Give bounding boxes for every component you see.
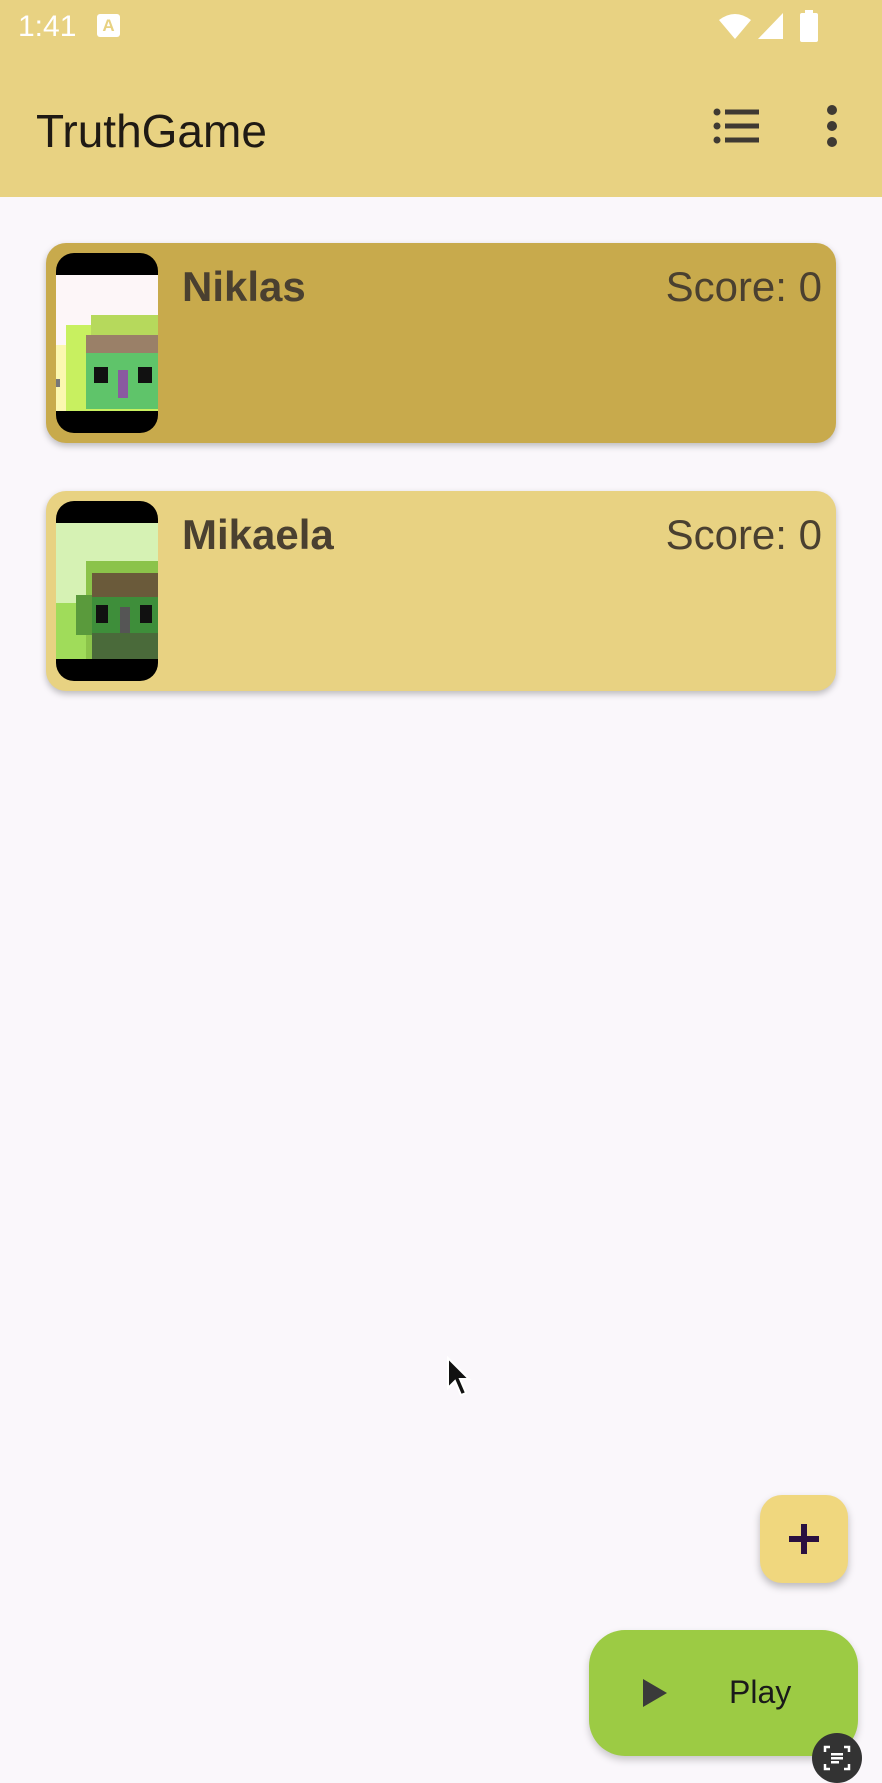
app-title: TruthGame	[36, 105, 267, 157]
player-card-niklas[interactable]: Niklas Score: 0	[46, 243, 836, 443]
screen-search-icon[interactable]	[812, 1733, 862, 1783]
list-icon[interactable]	[712, 106, 760, 146]
play-label: Play	[729, 1674, 792, 1710]
wifi-icon	[719, 14, 751, 39]
player-name: Niklas	[182, 263, 306, 310]
more-vert-icon[interactable]	[818, 104, 846, 148]
app-bar: TruthGame	[0, 56, 882, 197]
player-name: Mikaela	[182, 511, 334, 558]
pixel-avatar-icon	[56, 523, 158, 659]
add-player-button[interactable]	[760, 1495, 848, 1583]
player-score: Score: 0	[665, 511, 822, 558]
pixel-avatar-icon	[56, 275, 158, 411]
notification-icon: A	[97, 14, 120, 37]
add-icon	[789, 1524, 819, 1554]
player-avatar	[56, 501, 158, 681]
battery-icon	[800, 10, 818, 42]
status-time: 1:41	[18, 10, 77, 43]
cellular-icon	[758, 13, 783, 39]
play-icon	[643, 1679, 667, 1707]
player-score: Score: 0	[665, 263, 822, 310]
play-button[interactable]: Play	[589, 1630, 858, 1756]
player-card-mikaela[interactable]: Mikaela Score: 0	[46, 491, 836, 691]
player-avatar	[56, 253, 158, 433]
mouse-cursor-icon	[447, 1356, 472, 1397]
status-bar: 1:41 A	[0, 0, 882, 56]
